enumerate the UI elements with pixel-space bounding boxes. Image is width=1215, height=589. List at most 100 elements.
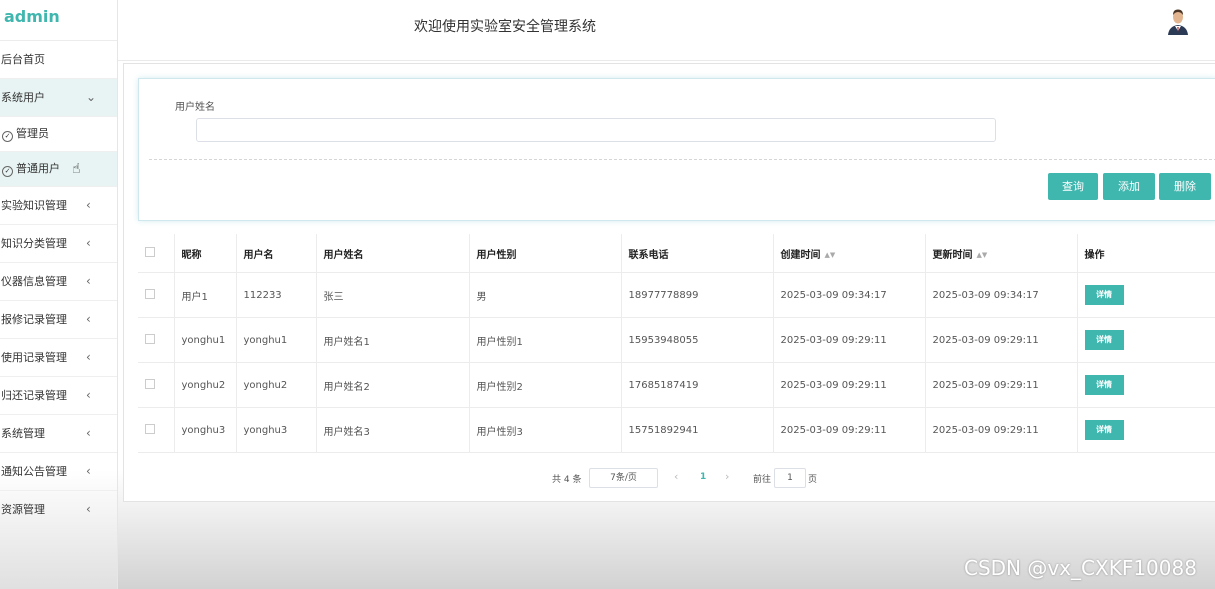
column-header: 用户名 bbox=[236, 234, 317, 273]
sidebar-item-system-management[interactable]: 系统管理 ‹ bbox=[0, 415, 117, 453]
cell-name: 张三 bbox=[316, 272, 470, 318]
goto-suffix: 页 bbox=[808, 475, 818, 485]
cell-phone: 18977778899 bbox=[621, 272, 774, 318]
sidebar-item-home[interactable]: 后台首页 bbox=[0, 41, 117, 79]
detail-button[interactable]: 详情 bbox=[1084, 285, 1124, 305]
watermark: CSDN @vx_CXKF10088 bbox=[964, 556, 1197, 580]
add-button[interactable]: 添加 bbox=[1103, 173, 1155, 200]
sidebar-item-repair-records[interactable]: 报修记录管理 ‹ bbox=[0, 301, 117, 339]
hand-cursor-icon: ☝ bbox=[72, 161, 81, 177]
sidebar-item-label: 仪器信息管理 bbox=[1, 275, 67, 288]
delete-button[interactable]: 删除 bbox=[1159, 173, 1211, 200]
sidebar-item-resource-management[interactable]: 资源管理 ‹ bbox=[0, 491, 117, 529]
table-row: yonghu2 yonghu2 用户姓名2 用户性别2 17685187419 … bbox=[138, 362, 1215, 408]
sidebar-item-notice-management[interactable]: 通知公告管理 ‹ bbox=[0, 453, 117, 491]
sort-icon[interactable]: ▲▼ bbox=[977, 251, 988, 259]
goto-page-input[interactable]: 1 bbox=[774, 468, 806, 488]
row-checkbox[interactable] bbox=[145, 333, 155, 344]
chevron-left-icon: ‹ bbox=[86, 236, 91, 250]
cell-gender: 用户性别2 bbox=[469, 362, 622, 408]
sidebar-item-instrument-info[interactable]: 仪器信息管理 ‹ bbox=[0, 263, 117, 301]
chevron-left-icon: ‹ bbox=[86, 464, 91, 478]
cell-updated: 2025-03-09 09:29:11 bbox=[925, 407, 1078, 453]
pagination: 共 4 条 7条/页 ‹ 1 › 前往 1 页 bbox=[124, 466, 1215, 490]
chevron-left-icon: ‹ bbox=[86, 426, 91, 440]
chevron-left-icon: ‹ bbox=[86, 388, 91, 402]
sidebar-item-label: 管理员 bbox=[16, 127, 49, 140]
page-size-select[interactable]: 7条/页 bbox=[589, 468, 658, 488]
chevron-down-icon: ⌄ bbox=[86, 90, 97, 104]
divider bbox=[149, 159, 1215, 160]
column-header-created[interactable]: 创建时间 ▲▼ bbox=[773, 234, 926, 273]
sidebar: admin 后台首页 系统用户 ⌄ ✓ 管理员 ✓ 普通用户 实验知识管理 ‹ 知识分类… bbox=[0, 0, 118, 589]
sidebar-item-label: 普通用户 bbox=[16, 162, 60, 175]
row-checkbox[interactable] bbox=[145, 423, 155, 434]
chevron-left-icon: ‹ bbox=[86, 312, 91, 326]
cell-created: 2025-03-09 09:29:11 bbox=[773, 407, 926, 453]
cell-gender: 用户性别1 bbox=[469, 317, 622, 363]
column-header: 操作 bbox=[1077, 234, 1215, 273]
row-select-cell[interactable] bbox=[138, 407, 175, 453]
row-checkbox[interactable] bbox=[145, 378, 155, 389]
table-row: yonghu1 yonghu1 用户姓名1 用户性别1 15953948055 … bbox=[138, 317, 1215, 363]
table-row: 用户1 112233 张三 男 18977778899 2025-03-09 0… bbox=[138, 272, 1215, 318]
cell-updated: 2025-03-09 09:29:11 bbox=[925, 317, 1078, 363]
field-label-user-name: 用户姓名 bbox=[175, 102, 215, 113]
chevron-left-icon: ‹ bbox=[86, 350, 91, 364]
chevron-left-icon: ‹ bbox=[86, 274, 91, 288]
cell-gender: 用户性别3 bbox=[469, 407, 622, 453]
column-header: 用户性别 bbox=[469, 234, 622, 273]
cell-phone: 17685187419 bbox=[621, 362, 774, 408]
detail-button[interactable]: 详情 bbox=[1084, 330, 1124, 350]
sidebar-subitem-admin[interactable]: ✓ 管理员 bbox=[0, 117, 117, 152]
table-header-row: 昵称 用户名 用户姓名 用户性别 联系电话 创建时间 ▲▼ 更新时间 ▲▼ 操作 bbox=[138, 234, 1215, 273]
check-circle-icon: ✓ bbox=[2, 131, 13, 142]
detail-button[interactable]: 详情 bbox=[1084, 420, 1124, 440]
avatar[interactable] bbox=[1166, 7, 1190, 35]
sidebar-item-usage-records[interactable]: 使用记录管理 ‹ bbox=[0, 339, 117, 377]
sidebar-item-return-records[interactable]: 归还记录管理 ‹ bbox=[0, 377, 117, 415]
sidebar-item-knowledge-category[interactable]: 知识分类管理 ‹ bbox=[0, 225, 117, 263]
row-select-cell[interactable] bbox=[138, 362, 175, 408]
cell-action: 详情 bbox=[1077, 407, 1215, 453]
select-all-cell[interactable] bbox=[138, 234, 175, 273]
cell-username: yonghu3 bbox=[236, 407, 317, 453]
cell-created: 2025-03-09 09:29:11 bbox=[773, 317, 926, 363]
sidebar-item-label: 实验知识管理 bbox=[1, 199, 67, 212]
sidebar-item-experiment-knowledge[interactable]: 实验知识管理 ‹ bbox=[0, 187, 117, 225]
column-header: 联系电话 bbox=[621, 234, 774, 273]
cell-created: 2025-03-09 09:34:17 bbox=[773, 272, 926, 318]
cell-nick: yonghu3 bbox=[174, 407, 237, 453]
column-header: 昵称 bbox=[174, 234, 237, 273]
select-all-checkbox[interactable] bbox=[145, 246, 155, 257]
goto-label: 前往 bbox=[753, 475, 772, 485]
row-select-cell[interactable] bbox=[138, 317, 175, 363]
column-header-updated[interactable]: 更新时间 ▲▼ bbox=[925, 234, 1078, 273]
next-page-icon[interactable]: › bbox=[725, 470, 729, 483]
sidebar-item-system-users[interactable]: 系统用户 ⌄ bbox=[0, 79, 117, 117]
page-number-current[interactable]: 1 bbox=[700, 472, 706, 482]
sidebar-item-label: 知识分类管理 bbox=[1, 237, 67, 250]
cell-username: yonghu2 bbox=[236, 362, 317, 408]
user-table: 昵称 用户名 用户姓名 用户性别 联系电话 创建时间 ▲▼ 更新时间 ▲▼ 操作 用… bbox=[138, 234, 1215, 453]
sidebar-item-label: 通知公告管理 bbox=[1, 465, 67, 478]
detail-button[interactable]: 详情 bbox=[1084, 375, 1124, 395]
sidebar-item-label: 报修记录管理 bbox=[1, 313, 67, 326]
sidebar-item-label: 归还记录管理 bbox=[1, 389, 67, 402]
search-form: 用户姓名 查询 添加 删除 bbox=[138, 78, 1215, 221]
brand-logo: admin bbox=[0, 0, 117, 41]
cell-nick: yonghu1 bbox=[174, 317, 237, 363]
query-button[interactable]: 查询 bbox=[1048, 173, 1098, 200]
sort-icon[interactable]: ▲▼ bbox=[825, 251, 836, 259]
column-header-label: 更新时间 bbox=[932, 249, 973, 261]
row-checkbox[interactable] bbox=[145, 288, 155, 299]
row-select-cell[interactable] bbox=[138, 272, 175, 318]
cell-nick: 用户1 bbox=[174, 272, 237, 318]
chevron-left-icon: ‹ bbox=[86, 198, 91, 212]
user-name-input[interactable] bbox=[196, 118, 996, 142]
prev-page-icon[interactable]: ‹ bbox=[674, 470, 678, 483]
top-bar: 欢迎使用实验室安全管理系统 bbox=[118, 0, 1215, 61]
cell-nick: yonghu2 bbox=[174, 362, 237, 408]
sidebar-subitem-normal-user[interactable]: ✓ 普通用户 bbox=[0, 152, 117, 187]
cell-action: 详情 bbox=[1077, 362, 1215, 408]
